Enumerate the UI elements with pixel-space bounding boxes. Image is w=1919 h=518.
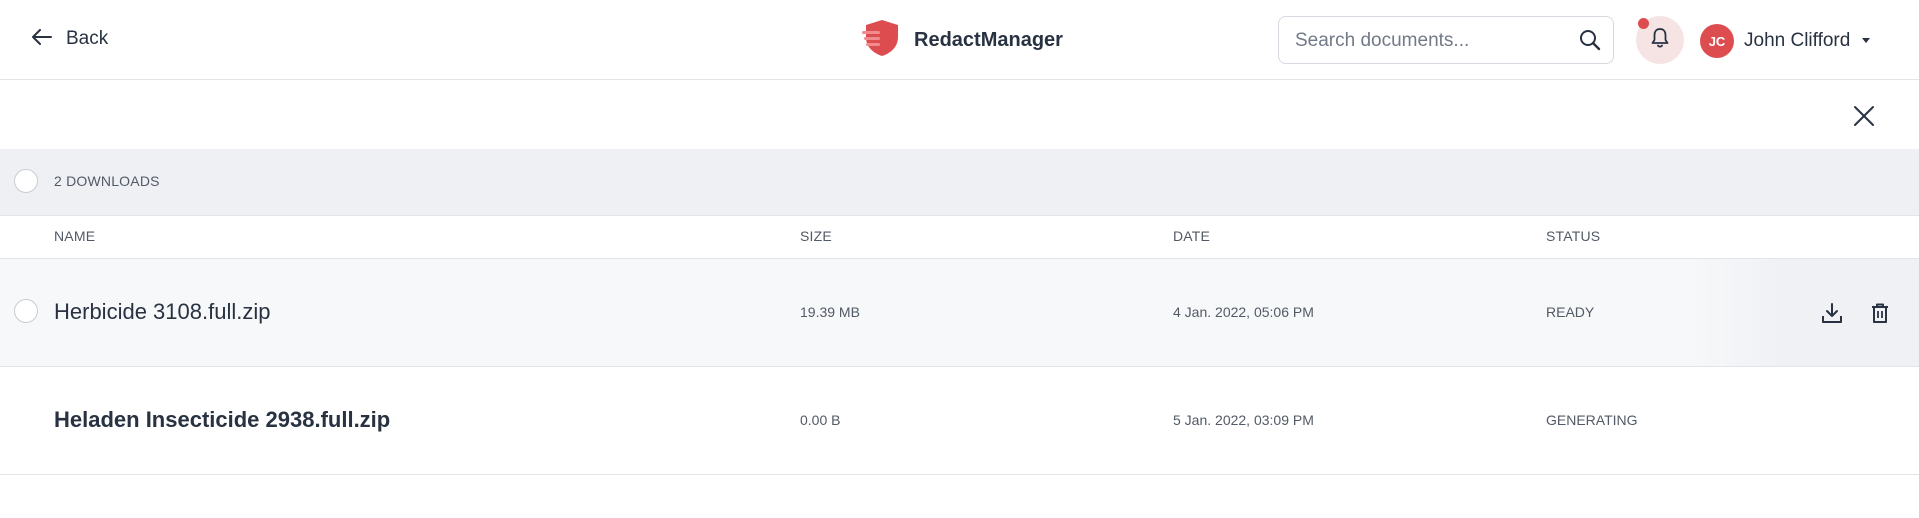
trash-icon[interactable] <box>1867 300 1893 326</box>
file-size: 0.00 B <box>800 412 841 428</box>
search-input[interactable] <box>1293 27 1567 55</box>
file-date: 5 Jan. 2022, 03:09 PM <box>1173 412 1314 428</box>
file-date: 4 Jan. 2022, 05:06 PM <box>1173 304 1314 320</box>
logo-icon <box>862 18 902 63</box>
back-button[interactable]: Back <box>32 28 108 50</box>
file-name: Heladen Insecticide 2938.full.zip <box>54 407 391 432</box>
search-icon[interactable] <box>1579 29 1601 56</box>
search-box <box>1278 16 1614 64</box>
file-size: 19.39 MB <box>800 304 860 320</box>
back-label: Back <box>66 28 109 49</box>
brand: RedactManager <box>862 18 1063 63</box>
select-all-checkbox[interactable] <box>14 169 38 193</box>
column-size[interactable]: SIZE <box>800 228 832 244</box>
row-checkbox[interactable] <box>14 299 38 323</box>
arrow-left-icon <box>32 28 52 50</box>
column-date[interactable]: DATE <box>1173 228 1210 244</box>
caret-down-icon <box>1860 32 1872 50</box>
table-row[interactable]: Herbicide 3108.full.zip 19.39 MB 4 Jan. … <box>0 259 1919 367</box>
top-bar: Back RedactManager JC John Clifford <box>0 0 1919 80</box>
notifications-button[interactable] <box>1636 16 1684 64</box>
column-status[interactable]: STATUS <box>1546 228 1600 244</box>
bell-icon <box>1650 27 1670 54</box>
file-status: READY <box>1546 304 1595 320</box>
user-menu[interactable]: JC John Clifford <box>1700 24 1872 58</box>
row-actions <box>1689 259 1919 366</box>
downloads-count-bar: 2 DOWNLOADS <box>0 149 1919 216</box>
table-row[interactable]: Heladen Insecticide 2938.full.zip 0.00 B… <box>0 367 1919 475</box>
file-status: GENERATING <box>1546 412 1638 428</box>
avatar: JC <box>1700 24 1734 58</box>
user-name: John Clifford <box>1744 30 1851 51</box>
table-header: NAME SIZE DATE STATUS <box>0 216 1919 259</box>
brand-name: RedactManager <box>914 29 1063 51</box>
downloads-count: 2 DOWNLOADS <box>54 173 160 189</box>
notification-dot <box>1638 18 1649 29</box>
column-name[interactable]: NAME <box>54 228 95 244</box>
download-icon[interactable] <box>1819 300 1845 326</box>
close-icon[interactable] <box>1852 104 1876 128</box>
file-name: Herbicide 3108.full.zip <box>54 299 271 324</box>
